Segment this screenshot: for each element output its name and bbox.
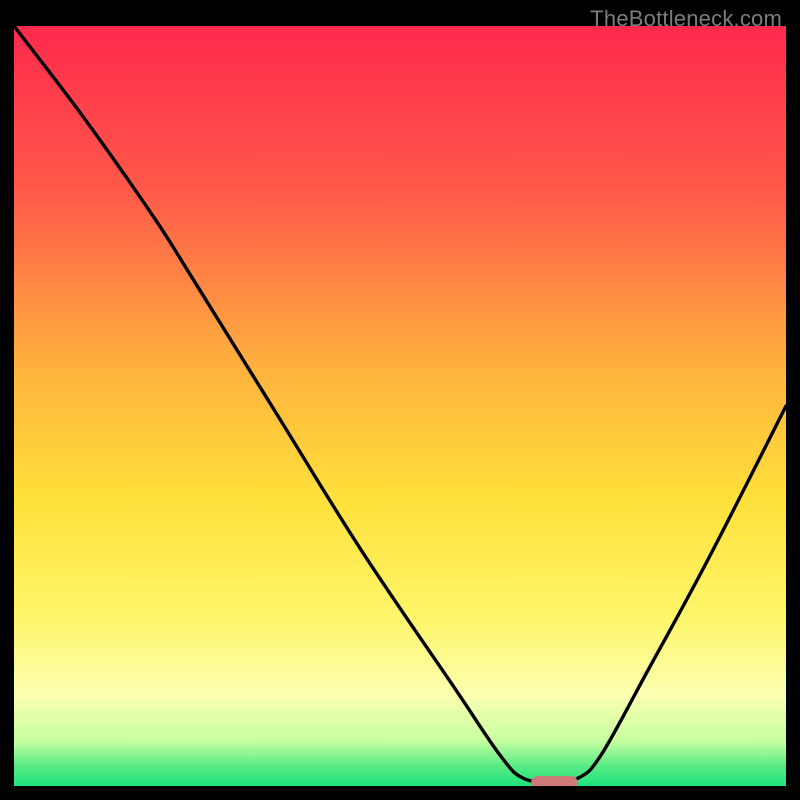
chart-background xyxy=(14,26,786,786)
watermark-text: TheBottleneck.com xyxy=(590,6,782,32)
chart-frame xyxy=(14,26,786,786)
bottleneck-chart xyxy=(14,26,786,786)
optimal-marker xyxy=(531,776,577,786)
